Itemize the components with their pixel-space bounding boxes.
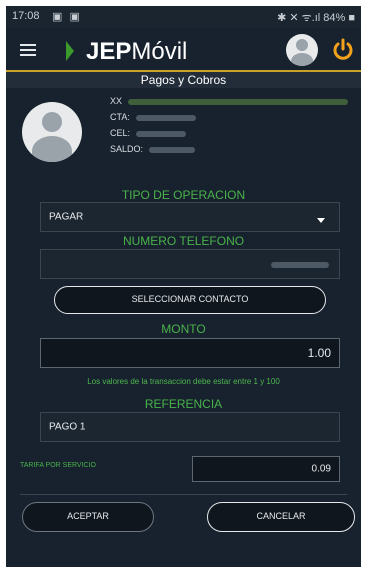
numero-telefono-label: NUMERO TELEFONO bbox=[122, 234, 245, 248]
menu-icon[interactable] bbox=[20, 44, 36, 56]
status-time: 17:08 bbox=[12, 10, 40, 22]
phone-screen: 17:08 ▣ ▣ ✱ ✕ ᯤ.ıl 84% ■ JEPMóvil Pagos … bbox=[6, 6, 361, 567]
redacted-saldo bbox=[149, 146, 196, 153]
tarifa-label: TARIFA POR SERVICIO bbox=[20, 462, 96, 469]
redacted-name bbox=[128, 98, 349, 105]
redacted-cta bbox=[135, 114, 196, 121]
screen-title-bar: Pagos y Cobros bbox=[6, 70, 361, 88]
logo-chevron-icon bbox=[66, 41, 74, 61]
divider bbox=[20, 494, 347, 495]
logo-bold-text: JEP bbox=[86, 38, 132, 65]
chevron-down-icon bbox=[317, 218, 325, 223]
notification-icons: ▣ ▣ bbox=[52, 11, 82, 23]
account-saldo-row: SALDO: bbox=[110, 144, 196, 154]
cel-label: CEL: bbox=[110, 128, 131, 138]
redacted-cel bbox=[136, 130, 187, 137]
referencia-value: PAGO 1 bbox=[49, 421, 86, 433]
logo-regular-text: Móvil bbox=[131, 38, 188, 65]
tarifa-value: 0.09 bbox=[311, 463, 331, 475]
redacted-phone bbox=[271, 262, 329, 268]
tipo-operacion-value: PAGAR bbox=[49, 211, 84, 223]
account-name-prefix: XX bbox=[110, 96, 123, 106]
avatar-icon[interactable] bbox=[286, 34, 318, 66]
cta-label: CTA: bbox=[110, 112, 130, 122]
power-icon[interactable] bbox=[331, 38, 355, 62]
cancelar-button[interactable]: CANCELAR bbox=[207, 502, 355, 532]
user-avatar bbox=[22, 102, 82, 162]
account-cta-row: CTA: bbox=[110, 112, 196, 122]
tarifa-value-field: 0.09 bbox=[192, 456, 340, 482]
referencia-input[interactable]: PAGO 1 bbox=[40, 412, 340, 442]
account-name-row: XX bbox=[110, 96, 349, 106]
status-right-indicators: ✱ ✕ ᯤ.ıl 84% ■ bbox=[277, 12, 355, 24]
monto-hint: Los valores de la transaccion debe estar… bbox=[87, 377, 280, 386]
monto-value: 1.00 bbox=[307, 346, 331, 360]
app-bar: JEPMóvil bbox=[6, 28, 361, 72]
saldo-label: SALDO: bbox=[110, 144, 144, 154]
monto-input[interactable]: 1.00 bbox=[40, 338, 340, 368]
seleccionar-contacto-button[interactable]: SELECCIONAR CONTACTO bbox=[54, 286, 326, 314]
aceptar-button[interactable]: ACEPTAR bbox=[22, 502, 154, 532]
screen-title: Pagos y Cobros bbox=[140, 73, 227, 87]
account-cel-row: CEL: bbox=[110, 128, 187, 138]
tipo-operacion-label: TIPO DE OPERACION bbox=[121, 188, 246, 202]
referencia-label: REFERENCIA bbox=[144, 397, 223, 411]
tipo-operacion-select[interactable]: PAGAR bbox=[40, 202, 340, 232]
numero-telefono-field[interactable] bbox=[40, 249, 340, 279]
status-bar: 17:08 ▣ ▣ ✱ ✕ ᯤ.ıl 84% ■ bbox=[6, 6, 361, 28]
monto-label: MONTO bbox=[161, 322, 206, 336]
